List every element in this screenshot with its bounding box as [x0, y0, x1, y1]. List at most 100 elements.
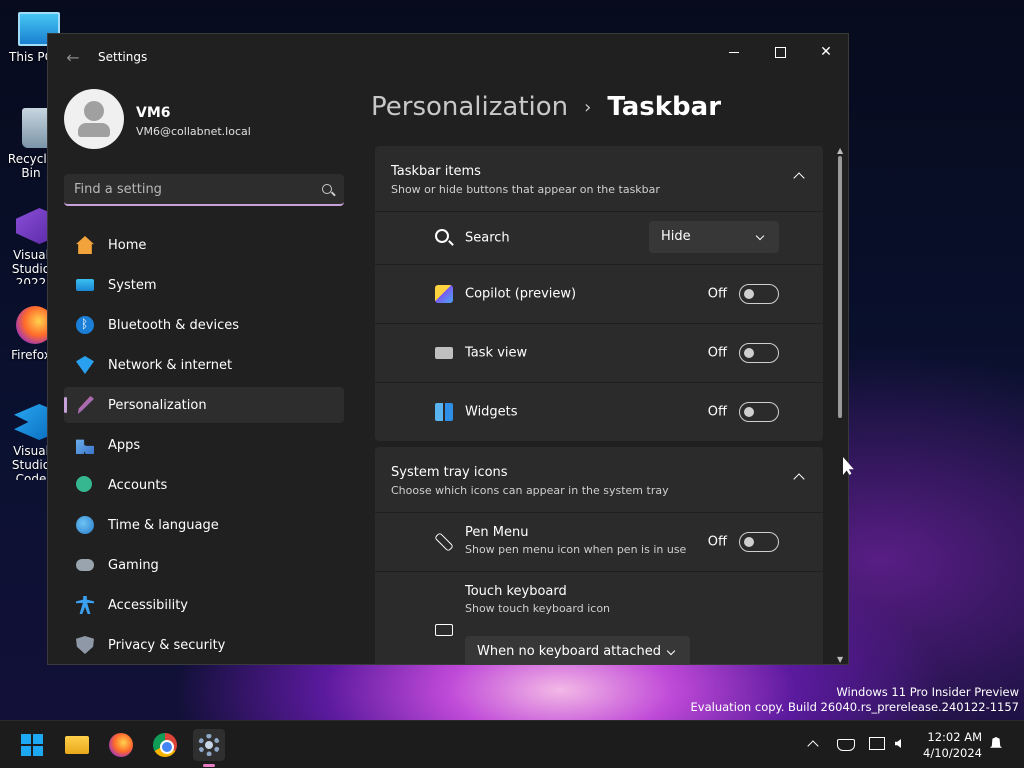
globe-clock-icon — [76, 516, 94, 534]
pen-menu-toggle[interactable] — [739, 532, 779, 552]
desktop-icon-label: Visual Studio Code — [11, 444, 51, 480]
wifi-icon — [76, 356, 94, 374]
shield-icon — [76, 636, 94, 654]
sidebar-item-label: Gaming — [108, 557, 159, 573]
apps-icon — [76, 439, 94, 454]
sidebar-item-personalization[interactable]: Personalization — [64, 387, 344, 423]
page-title: Taskbar — [607, 92, 722, 122]
bell-icon[interactable] — [988, 735, 1004, 753]
taskbar-chrome[interactable] — [149, 729, 181, 761]
search-visibility-dropdown[interactable]: Hide — [649, 221, 779, 253]
volume-muted-icon[interactable] — [893, 735, 911, 753]
account-icon — [76, 476, 92, 492]
desktop-icon-label: Firefox — [11, 348, 51, 362]
search-icon — [435, 229, 449, 243]
user-name: VM6 — [136, 105, 171, 121]
system-clock[interactable]: 12:02 AM 4/10/2024 — [920, 729, 982, 761]
sidebar-item-label: Network & internet — [108, 357, 233, 373]
sidebar-item-network[interactable]: Network & internet — [64, 347, 344, 383]
taskbar-settings[interactable] — [193, 729, 225, 767]
sidebar-item-label: Bluetooth & devices — [108, 317, 239, 333]
keyboard-icon — [435, 624, 453, 636]
close-button[interactable]: ✕ — [803, 36, 848, 68]
sidebar-item-label: Time & language — [108, 517, 219, 533]
chevron-down-icon — [666, 646, 676, 656]
settings-content: Taskbar items Show or hide buttons that … — [375, 146, 823, 664]
taskbar-file-explorer[interactable] — [61, 729, 93, 761]
sidebar-item-bluetooth[interactable]: Bluetooth & devices — [64, 307, 344, 343]
taskbar-items-header[interactable]: Taskbar items Show or hide buttons that … — [375, 146, 823, 212]
sidebar-item-label: Personalization — [108, 397, 207, 413]
sidebar-item-label: System — [108, 277, 157, 293]
setting-label-text: Pen Menu — [465, 525, 529, 540]
accessibility-icon — [76, 596, 94, 614]
sidebar-item-time-language[interactable]: Time & language — [64, 507, 344, 543]
setting-row-pen-menu: Pen Menu Show pen menu icon when pen is … — [375, 513, 823, 571]
brush-icon — [77, 396, 94, 414]
network-icon[interactable] — [836, 735, 855, 753]
title-bar[interactable]: ← Settings ✕ — [48, 34, 848, 82]
avatar[interactable] — [64, 89, 124, 149]
dropdown-value: Hide — [661, 229, 691, 244]
scroll-down-icon[interactable]: ▼ — [837, 655, 843, 664]
sidebar-item-accounts[interactable]: Accounts — [64, 467, 344, 503]
scroll-up-icon[interactable]: ▲ — [837, 146, 843, 155]
group-title: Taskbar items — [391, 164, 481, 179]
group-title: System tray icons — [391, 465, 508, 480]
taskbar-firefox[interactable] — [105, 729, 137, 761]
group-subtitle: Show or hide buttons that appear on the … — [391, 183, 660, 196]
breadcrumb-separator: › — [584, 96, 592, 118]
clock-date: 4/10/2024 — [923, 746, 982, 760]
sidebar-item-label: Accessibility — [108, 597, 188, 613]
gear-icon — [198, 734, 220, 756]
vscode-icon — [14, 404, 50, 440]
sidebar-item-accessibility[interactable]: Accessibility — [64, 587, 344, 623]
setting-label: Touch keyboard Show touch keyboard icon — [465, 584, 610, 615]
chevron-down-icon — [755, 231, 765, 241]
system-tray-header[interactable]: System tray icons Choose which icons can… — [375, 447, 823, 513]
widgets-icon — [435, 403, 453, 421]
breadcrumb-parent[interactable]: Personalization — [371, 92, 568, 122]
sidebar-item-privacy-security[interactable]: Privacy & security — [64, 627, 344, 663]
sidebar-item-label: Home — [108, 237, 147, 253]
setting-label: Pen Menu Show pen menu icon when pen is … — [465, 525, 686, 556]
watermark-line-1: Windows 11 Pro Insider Preview — [836, 685, 1019, 699]
minimize-button[interactable] — [711, 36, 757, 68]
system-tray-group: System tray icons Choose which icons can… — [375, 447, 823, 664]
window-title: Settings — [98, 50, 148, 64]
task-view-toggle[interactable] — [739, 343, 779, 363]
start-button[interactable] — [16, 729, 48, 761]
sidebar-item-gaming[interactable]: Gaming — [64, 547, 344, 583]
group-subtitle: Choose which icons can appear in the sys… — [391, 484, 669, 497]
folder-icon — [65, 736, 89, 754]
back-button[interactable]: ← — [62, 48, 84, 68]
taskbar-items-group: Taskbar items Show or hide buttons that … — [375, 146, 823, 441]
gamepad-icon — [76, 559, 94, 571]
content-scrollbar[interactable]: ▲ ▼ — [837, 146, 843, 664]
mouse-cursor-icon — [843, 457, 854, 475]
toggle-state: Off — [707, 345, 727, 361]
setting-row-touch-keyboard: Touch keyboard Show touch keyboard icon … — [375, 571, 823, 664]
scroll-thumb[interactable] — [838, 156, 842, 418]
maximize-button[interactable] — [757, 36, 803, 68]
setting-label: Search — [465, 230, 510, 246]
search-icon[interactable] — [322, 184, 332, 194]
sidebar-item-apps[interactable]: Apps — [64, 427, 344, 463]
sidebar-item-home[interactable]: Home — [64, 227, 344, 263]
breadcrumb: Personalization › Taskbar — [371, 92, 721, 122]
touch-keyboard-dropdown[interactable]: When no keyboard attached — [465, 636, 690, 664]
sidebar-item-label: Privacy & security — [108, 637, 226, 653]
display-icon[interactable] — [868, 735, 886, 753]
chevron-up-icon[interactable] — [804, 735, 822, 753]
user-profile[interactable]: VM6 VM6@collabnet.local — [64, 89, 334, 153]
widgets-toggle[interactable] — [739, 402, 779, 422]
setting-description: Show touch keyboard icon — [465, 602, 611, 615]
toggle-state: Off — [707, 534, 727, 550]
copilot-toggle[interactable] — [739, 284, 779, 304]
search-input[interactable] — [64, 174, 344, 204]
dropdown-value: When no keyboard attached — [477, 644, 661, 659]
sidebar-item-system[interactable]: System — [64, 267, 344, 303]
setting-row-widgets: Widgets Off — [375, 382, 823, 441]
search-box[interactable] — [64, 174, 344, 206]
user-email: VM6@collabnet.local — [136, 125, 251, 138]
